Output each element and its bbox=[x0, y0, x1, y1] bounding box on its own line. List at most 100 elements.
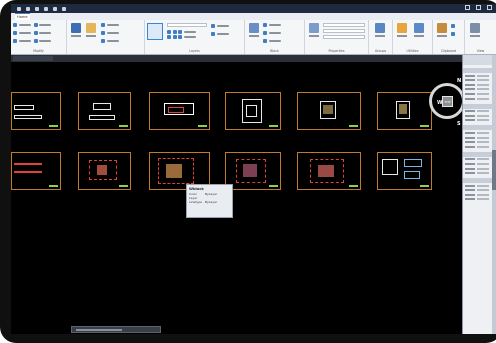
file-tab[interactable] bbox=[13, 56, 53, 61]
quick-select-tool[interactable] bbox=[413, 23, 425, 38]
compass-north[interactable]: N bbox=[457, 78, 461, 84]
viewcube[interactable]: TOP bbox=[429, 83, 465, 119]
scale-tool[interactable] bbox=[33, 38, 51, 43]
palette-scrollbar[interactable] bbox=[492, 55, 496, 334]
table-tool[interactable] bbox=[101, 38, 119, 43]
leader-tool[interactable] bbox=[101, 30, 119, 35]
color-combo[interactable] bbox=[323, 23, 365, 27]
redo-icon[interactable] bbox=[62, 6, 66, 11]
ribbon-tabs: Home bbox=[11, 13, 496, 20]
sheet-2[interactable] bbox=[78, 92, 131, 130]
panel-label-utilities: Utilities bbox=[406, 49, 419, 53]
copy-icon bbox=[13, 30, 17, 35]
tablet-frame: Home Modify Layers Block Properties Grou… bbox=[0, 0, 496, 343]
panel-annotation bbox=[67, 20, 145, 54]
linear-tool[interactable] bbox=[101, 22, 119, 27]
cut-tool[interactable] bbox=[451, 31, 455, 36]
viewcube-top-face[interactable]: TOP bbox=[442, 96, 453, 107]
edit-attributes-tool[interactable] bbox=[263, 38, 281, 43]
sheet-1[interactable] bbox=[11, 92, 61, 130]
sheet-12[interactable] bbox=[377, 152, 432, 190]
attributes-icon bbox=[263, 38, 267, 43]
panel-label-properties: Properties bbox=[328, 49, 345, 53]
dimension-tool[interactable] bbox=[85, 23, 97, 38]
measure-icon bbox=[397, 23, 407, 33]
layer-properties-button[interactable] bbox=[147, 23, 163, 40]
rotate-tool[interactable] bbox=[33, 22, 51, 27]
command-line[interactable] bbox=[71, 326, 161, 333]
sheet-11[interactable] bbox=[297, 152, 361, 190]
layer-combo[interactable] bbox=[167, 23, 207, 27]
sheet-8[interactable] bbox=[78, 152, 131, 190]
group-icon bbox=[375, 23, 385, 33]
drawing-area[interactable]: Wblock Color ByLayer Layer Linetype ByLaye… bbox=[11, 55, 462, 323]
panel-label-view: View bbox=[476, 49, 485, 53]
open-icon[interactable] bbox=[35, 6, 39, 11]
tooltip-row: Linetype ByLayer bbox=[189, 200, 218, 204]
compass-south[interactable]: S bbox=[457, 121, 461, 127]
quick-access-toolbar bbox=[11, 6, 66, 11]
mirror-tool[interactable] bbox=[33, 30, 51, 35]
lineweight-combo[interactable] bbox=[323, 35, 365, 39]
text-tool[interactable] bbox=[70, 23, 82, 38]
measure-tool[interactable] bbox=[396, 23, 408, 38]
application-screen: Home Modify Layers Block Properties Grou… bbox=[11, 4, 496, 334]
new-icon[interactable] bbox=[26, 6, 30, 11]
edit-icon bbox=[263, 30, 267, 35]
paste-icon bbox=[437, 23, 447, 33]
make-current-tool[interactable] bbox=[211, 23, 229, 28]
minimize-icon[interactable] bbox=[465, 5, 470, 10]
sheet-7[interactable] bbox=[11, 152, 61, 190]
rotate-icon bbox=[33, 22, 38, 27]
create-block-tool[interactable] bbox=[263, 22, 281, 27]
linetype-combo[interactable] bbox=[323, 29, 365, 33]
base-view-tool[interactable] bbox=[469, 23, 481, 38]
match-layer-icon bbox=[211, 31, 215, 36]
table-icon bbox=[101, 38, 105, 43]
tooltip-title: Wblock bbox=[189, 187, 204, 191]
text-icon bbox=[71, 23, 81, 33]
command-input[interactable] bbox=[76, 329, 122, 331]
palette-scroll-thumb[interactable] bbox=[492, 150, 496, 190]
move-tool[interactable] bbox=[13, 22, 31, 27]
undo-icon[interactable] bbox=[53, 6, 57, 11]
app-menu-icon[interactable] bbox=[17, 6, 21, 11]
sheet-5[interactable] bbox=[297, 92, 361, 130]
rollover-tooltip: Wblock Color ByLayer Layer Linetype ByLaye… bbox=[186, 184, 233, 218]
panel-modify: Modify bbox=[11, 20, 67, 54]
close-icon[interactable] bbox=[487, 5, 492, 10]
copy-clip-tool[interactable] bbox=[451, 23, 455, 28]
panel-label-clipboard: Clipboard bbox=[440, 49, 457, 53]
layer-tools-row-2[interactable] bbox=[167, 34, 207, 39]
edit-block-tool[interactable] bbox=[263, 30, 281, 35]
insert-tool[interactable] bbox=[248, 23, 260, 38]
match-properties-tool[interactable] bbox=[308, 23, 320, 38]
make-current-icon bbox=[211, 23, 215, 28]
stretch-tool[interactable] bbox=[13, 38, 31, 43]
compass-west[interactable]: W bbox=[437, 100, 443, 106]
sheet-10[interactable] bbox=[225, 152, 281, 190]
stretch-icon bbox=[13, 38, 17, 43]
leader-icon bbox=[101, 30, 105, 35]
move-icon bbox=[13, 22, 17, 27]
create-icon bbox=[263, 22, 267, 27]
save-icon[interactable] bbox=[44, 6, 48, 11]
insert-icon bbox=[249, 23, 259, 33]
panel-clipboard: Clipboard bbox=[433, 20, 465, 54]
sheet-3[interactable] bbox=[149, 92, 210, 130]
base-view-icon bbox=[470, 23, 480, 33]
panel-properties: Properties bbox=[305, 20, 369, 54]
match-layer-tool[interactable] bbox=[211, 31, 229, 36]
sheet-4[interactable] bbox=[225, 92, 281, 130]
group-tool[interactable] bbox=[374, 23, 386, 38]
title-bar bbox=[11, 4, 496, 13]
panel-layers: Layers bbox=[145, 20, 245, 54]
paste-tool[interactable] bbox=[436, 23, 448, 38]
maximize-icon[interactable] bbox=[476, 5, 481, 10]
window-controls bbox=[465, 5, 492, 10]
copy-tool[interactable] bbox=[13, 30, 31, 35]
panel-label-block: Block bbox=[270, 49, 279, 53]
sheet-6[interactable] bbox=[377, 92, 432, 130]
tab-home[interactable]: Home bbox=[15, 13, 30, 20]
properties-palette bbox=[462, 55, 496, 334]
